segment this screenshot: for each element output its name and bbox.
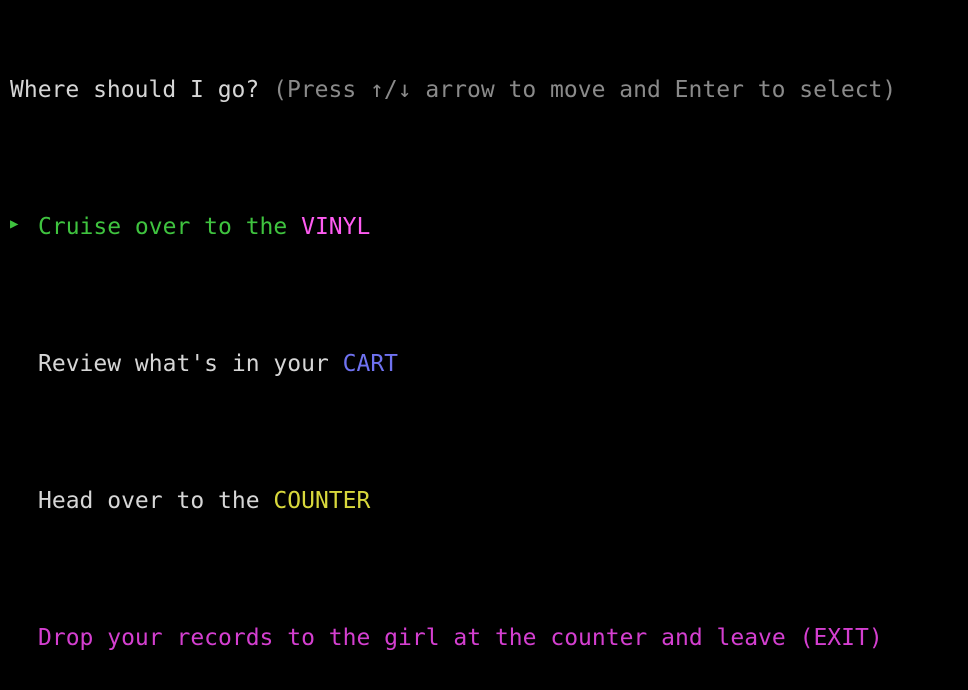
choice-label: Head over to the	[38, 488, 274, 515]
prompt-question: Where should I go?	[10, 76, 260, 103]
choice-label: Cruise over to the	[38, 213, 302, 240]
choice-highlight-cart: CART	[342, 350, 399, 377]
menu-choice-exit[interactable]: Drop your records to the girl at the cou…	[10, 621, 968, 655]
terminal-window: Where should I go? (Press ↑/↓ arrow to m…	[0, 0, 968, 651]
choice-label: Drop your records to the girl at the cou…	[38, 625, 883, 652]
pointer-icon: ▶	[10, 216, 19, 233]
choice-highlight-vinyl: VINYL	[301, 213, 371, 240]
menu-choice-counter[interactable]: Head over to the COUNTER	[10, 484, 968, 518]
choice-label: Review what's in your	[38, 350, 343, 377]
prompt-line: Where should I go? (Press ↑/↓ arrow to m…	[10, 73, 968, 107]
prompt-hint: (Press ↑/↓ arrow to move and Enter to se…	[273, 76, 897, 103]
menu-choice-vinyl[interactable]: ▶ Cruise over to the VINYL	[10, 210, 968, 244]
choice-highlight-counter: COUNTER	[273, 488, 371, 515]
menu-choice-cart[interactable]: Review what's in your CART	[10, 347, 968, 381]
